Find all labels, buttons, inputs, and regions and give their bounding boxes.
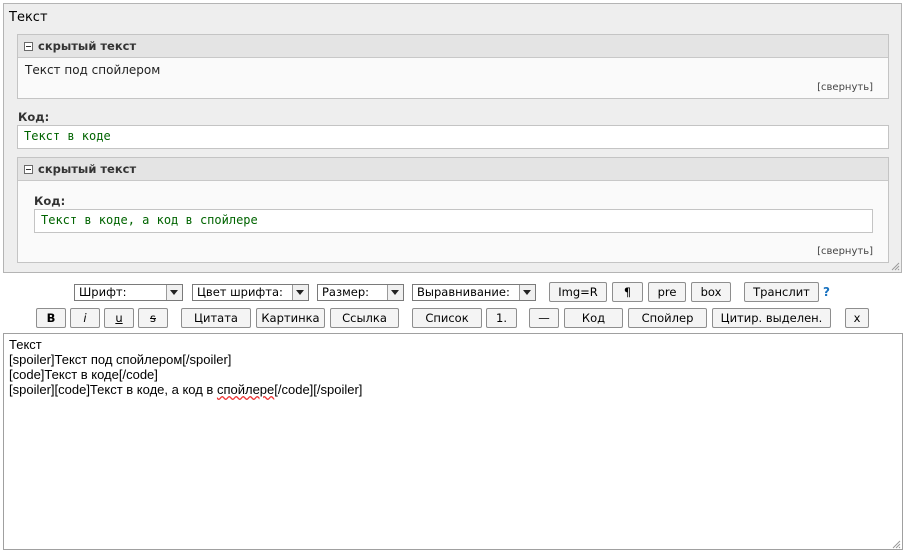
code-block: Текст в коде, а код в спойлере — [34, 209, 873, 233]
chevron-down-icon[interactable] — [519, 285, 535, 300]
resize-grip-icon[interactable] — [892, 540, 901, 549]
collapse-link[interactable]: [свернуть] — [817, 82, 873, 93]
image-button[interactable]: Картинка — [256, 308, 325, 328]
font-color-select[interactable]: Цвет шрифта: — [192, 284, 309, 301]
spoiler-button[interactable]: Спойлер — [628, 308, 707, 328]
quote-button[interactable]: Цитата — [181, 308, 251, 328]
editor-line: [code]Текст в коде[/code] — [9, 367, 158, 382]
paragraph-button[interactable]: ¶ — [612, 282, 643, 302]
img-r-button[interactable]: Img=R — [549, 282, 607, 302]
editor-line: [spoiler]Текст под спойлером[/spoiler] — [9, 352, 232, 367]
list-item-button[interactable]: 1. — [486, 308, 517, 328]
code-block: Текст в коде — [17, 125, 889, 149]
list-button[interactable]: Список — [412, 308, 482, 328]
underline-button[interactable]: u — [104, 308, 134, 328]
align-select[interactable]: Выравнивание: — [412, 284, 536, 301]
preview-text: Текст — [9, 10, 48, 25]
editor-line: [spoiler][code]Текст в коде, а код в спо… — [9, 382, 362, 397]
translit-button[interactable]: Транслит — [744, 282, 819, 302]
code-button[interactable]: Код — [564, 308, 623, 328]
chevron-down-icon[interactable] — [166, 285, 182, 300]
align-select-value: Выравнивание: — [417, 285, 510, 299]
misspelled-word: спойлере — [216, 382, 275, 397]
box-button[interactable]: box — [691, 282, 731, 302]
font-select[interactable]: Шрифт: — [74, 284, 183, 301]
font-size-select-value: Размер: — [322, 285, 370, 299]
editor-line-segment: [/code][/spoiler] — [274, 382, 363, 397]
editor-line: Текст — [9, 337, 42, 352]
message-textarea[interactable]: Текст [spoiler]Текст под спойлером[/spoi… — [3, 333, 903, 550]
close-button[interactable]: x — [845, 308, 869, 328]
font-select-value: Шрифт: — [79, 285, 127, 299]
horizontal-rule-button[interactable]: — — [529, 308, 559, 328]
collapse-link[interactable]: [свернуть] — [817, 246, 873, 257]
chevron-down-icon[interactable] — [387, 285, 403, 300]
editor-line-segment: [spoiler][code]Текст в коде, а код в — [9, 382, 217, 397]
code-label: Код: — [34, 194, 66, 208]
spoiler-content: Текст под спойлером — [25, 63, 161, 77]
post-preview: Текст скрытый текст Текст под спойлером … — [3, 3, 902, 273]
spoiler-block: скрытый текст Текст под спойлером [сверн… — [17, 34, 889, 99]
quote-selection-button[interactable]: Цитир. выделен. — [712, 308, 831, 328]
help-link[interactable]: ? — [823, 285, 830, 299]
font-size-select[interactable]: Размер: — [317, 284, 404, 301]
resize-grip-icon[interactable] — [891, 262, 900, 271]
pre-button[interactable]: pre — [648, 282, 686, 302]
spoiler-header[interactable]: скрытый текст — [18, 158, 888, 181]
font-color-select-value: Цвет шрифта: — [197, 285, 283, 299]
spoiler-title: скрытый текст — [38, 162, 137, 176]
bold-button[interactable]: B — [36, 308, 66, 328]
code-label: Код: — [18, 110, 50, 124]
italic-button[interactable]: i — [70, 308, 100, 328]
spoiler-header[interactable]: скрытый текст — [18, 35, 888, 58]
link-button[interactable]: Ссылка — [330, 308, 399, 328]
strikethrough-button[interactable]: s — [138, 308, 168, 328]
collapse-icon[interactable] — [24, 41, 33, 51]
chevron-down-icon[interactable] — [292, 285, 308, 300]
collapse-icon[interactable] — [24, 164, 33, 174]
spoiler-title: скрытый текст — [38, 39, 137, 53]
spoiler-block: скрытый текст Код: Текст в коде, а код в… — [17, 157, 889, 263]
